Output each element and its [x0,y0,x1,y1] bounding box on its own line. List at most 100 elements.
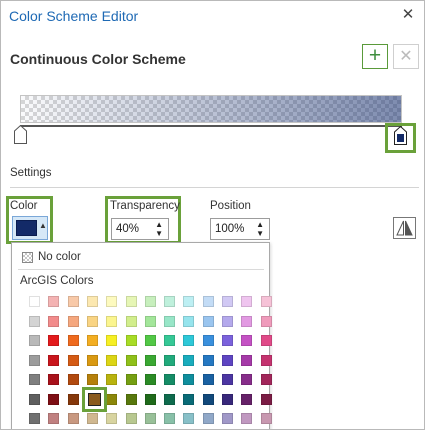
color-swatch[interactable] [87,355,98,366]
color-swatch[interactable] [126,394,137,405]
color-swatch[interactable] [145,394,156,405]
color-swatch[interactable] [106,316,117,327]
position-stepper[interactable]: 100% ▲ ▼ [210,218,270,240]
color-swatch[interactable] [87,335,98,346]
color-swatch[interactable] [164,374,175,385]
color-swatch[interactable] [29,316,40,327]
color-swatch[interactable] [68,296,79,307]
color-swatch[interactable] [241,374,252,385]
color-swatch[interactable] [126,413,137,424]
color-swatch[interactable] [87,296,98,307]
color-swatch[interactable] [261,394,272,405]
color-swatch[interactable] [203,374,214,385]
color-swatch[interactable] [222,316,233,327]
color-swatch[interactable] [261,296,272,307]
color-stop-start[interactable] [14,125,27,144]
color-swatch[interactable] [164,335,175,346]
color-swatch[interactable] [164,394,175,405]
color-swatch[interactable] [145,374,156,385]
color-swatch[interactable] [261,374,272,385]
color-swatch[interactable] [261,355,272,366]
color-swatch[interactable] [183,316,194,327]
color-swatch[interactable] [48,394,59,405]
color-swatch[interactable] [222,374,233,385]
color-swatch[interactable] [222,296,233,307]
color-swatch[interactable] [164,413,175,424]
color-swatch[interactable] [106,394,117,405]
transparency-stepper[interactable]: 40% ▲ ▼ [111,218,169,240]
color-swatch[interactable] [145,335,156,346]
increment-icon[interactable]: ▲ [256,220,264,229]
color-swatch[interactable] [183,374,194,385]
color-swatch[interactable] [68,394,79,405]
color-swatch[interactable] [222,355,233,366]
color-swatch[interactable] [126,355,137,366]
color-swatch[interactable] [203,355,214,366]
color-swatch[interactable] [145,296,156,307]
color-swatch[interactable] [222,413,233,424]
color-swatch[interactable] [68,374,79,385]
color-swatch[interactable] [29,374,40,385]
color-swatch[interactable] [68,355,79,366]
color-swatch[interactable] [29,296,40,307]
color-stop-end[interactable] [394,126,407,145]
color-swatch[interactable] [203,413,214,424]
color-swatch[interactable] [106,335,117,346]
remove-stop-button[interactable]: ✕ [393,44,419,69]
color-swatch[interactable] [183,335,194,346]
color-swatch[interactable] [68,335,79,346]
color-swatch[interactable] [183,394,194,405]
color-swatch[interactable] [87,413,98,424]
color-swatch[interactable] [203,335,214,346]
color-swatch[interactable] [87,374,98,385]
color-swatch[interactable] [261,316,272,327]
color-swatch[interactable] [48,335,59,346]
selected-color-swatch[interactable] [88,393,101,406]
color-swatch[interactable] [222,394,233,405]
color-swatch[interactable] [87,316,98,327]
color-swatch[interactable] [48,374,59,385]
color-swatch[interactable] [241,355,252,366]
color-swatch[interactable] [164,316,175,327]
color-swatch[interactable] [145,355,156,366]
color-swatch[interactable] [164,355,175,366]
color-swatch[interactable] [29,335,40,346]
color-swatch[interactable] [48,355,59,366]
color-swatch[interactable] [222,335,233,346]
color-swatch[interactable] [126,374,137,385]
color-swatch[interactable] [241,296,252,307]
color-swatch[interactable] [164,296,175,307]
color-swatch[interactable] [203,394,214,405]
flip-button[interactable] [393,217,416,239]
color-swatch[interactable] [48,316,59,327]
color-swatch[interactable] [145,316,156,327]
color-swatch[interactable] [68,316,79,327]
no-color-option[interactable]: No color [38,251,81,263]
color-picker-button[interactable]: ▲ [12,216,48,240]
decrement-icon[interactable]: ▼ [155,229,163,238]
color-swatch[interactable] [203,296,214,307]
color-swatch[interactable] [261,413,272,424]
close-icon[interactable]: ✕ [399,6,417,24]
color-swatch[interactable] [183,355,194,366]
color-swatch[interactable] [126,335,137,346]
color-swatch[interactable] [29,413,40,424]
color-swatch[interactable] [183,413,194,424]
no-color-icon[interactable] [22,252,33,263]
color-swatch[interactable] [106,374,117,385]
color-swatch[interactable] [261,335,272,346]
color-swatch[interactable] [241,394,252,405]
color-swatch[interactable] [203,316,214,327]
decrement-icon[interactable]: ▼ [256,229,264,238]
color-swatch[interactable] [68,413,79,424]
color-swatch[interactable] [126,316,137,327]
color-swatch[interactable] [106,413,117,424]
add-stop-button[interactable]: + [362,44,388,69]
color-swatch[interactable] [106,355,117,366]
color-swatch[interactable] [29,355,40,366]
color-swatch[interactable] [29,394,40,405]
color-swatch[interactable] [48,296,59,307]
color-swatch[interactable] [241,335,252,346]
color-swatch[interactable] [183,296,194,307]
color-swatch[interactable] [126,296,137,307]
